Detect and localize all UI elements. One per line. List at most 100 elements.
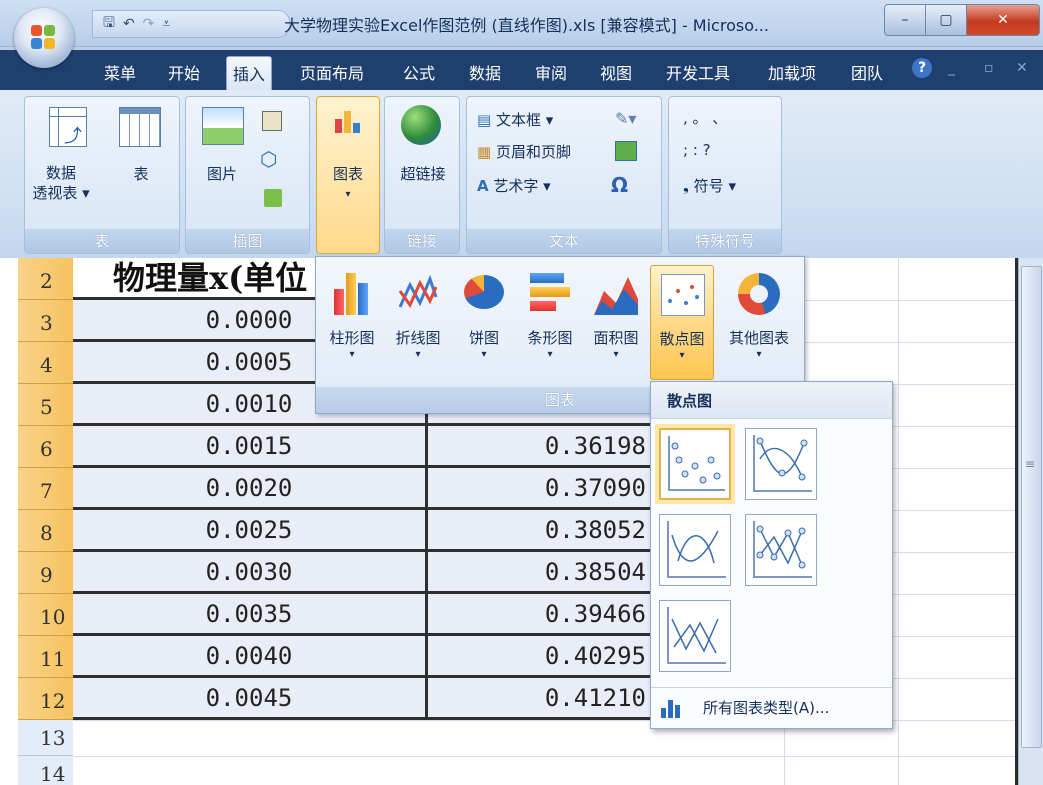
help-icon[interactable]: ?: [912, 58, 932, 78]
pivot-label-1: 数据: [45, 164, 76, 182]
wordart-label: 艺术字 ▾: [493, 177, 551, 195]
other-charts-button[interactable]: 其他图表 ▾: [720, 265, 798, 380]
scatter-straight-markers-option[interactable]: [745, 514, 817, 586]
redo-icon[interactable]: ↷: [143, 16, 155, 32]
chevron-down-icon: ▾: [481, 349, 487, 360]
cell-y[interactable]: 0.38052: [425, 510, 650, 552]
tab-home[interactable]: 开始: [168, 60, 200, 84]
close-button[interactable]: ✕: [966, 4, 1040, 36]
minimize-button[interactable]: –: [884, 4, 926, 36]
wordart-button[interactable]: A 艺术字 ▾: [477, 175, 551, 196]
chart-button[interactable]: 图表: [317, 163, 379, 184]
scatter-smooth-markers-option[interactable]: [745, 428, 817, 500]
row-header[interactable]: 4: [18, 342, 73, 384]
office-button[interactable]: [14, 8, 74, 68]
save-icon[interactable]: 🖫: [103, 12, 115, 36]
tab-review[interactable]: 审阅: [535, 60, 567, 84]
line-chart-button[interactable]: 折线图 ▾: [386, 265, 450, 380]
table-button[interactable]: 表: [121, 163, 161, 184]
cell-x[interactable]: 0.0020: [73, 468, 425, 510]
row-header[interactable]: 14: [18, 756, 73, 785]
tab-addins[interactable]: 加载项: [768, 60, 816, 84]
cell-x[interactable]: 0.0040: [73, 636, 425, 678]
column-chart-icon: [334, 271, 370, 315]
punctuation-row-1[interactable]: , 。 、: [683, 107, 727, 128]
cell-y[interactable]: 0.36198: [425, 426, 650, 468]
wordart-icon: A: [477, 177, 489, 195]
chevron-down-icon: ▾: [679, 350, 685, 361]
row-header[interactable]: 13: [18, 720, 73, 756]
ribbon-restore-icon[interactable]: ▫: [984, 60, 994, 76]
header-footer-label: 页眉和页脚: [495, 143, 571, 161]
tab-data[interactable]: 数据: [469, 60, 501, 84]
punctuation-row-2[interactable]: ; : ?: [683, 141, 711, 159]
textbox-button[interactable]: ▤ 文本框 ▾: [477, 109, 553, 130]
excel-window: 🖫 ↶ ↷ ⩡ 大学物理实验Excel作图范例 (直线作图).xls [兼容模式…: [0, 0, 1043, 785]
group-label-links: 链接: [385, 229, 459, 253]
smartart-icon[interactable]: [264, 189, 282, 207]
cell-y[interactable]: 0.40295: [425, 636, 650, 678]
picture-button[interactable]: 图片: [200, 163, 244, 184]
cell-y[interactable]: 0.39466: [425, 594, 650, 636]
textbox-label: 文本框 ▾: [495, 111, 554, 129]
pie-chart-button[interactable]: 饼图 ▾: [452, 265, 516, 380]
tab-insert[interactable]: 插入: [226, 56, 273, 90]
row-header[interactable]: 6: [18, 426, 73, 468]
vertical-scrollbar[interactable]: ≡: [1018, 258, 1043, 785]
row-header[interactable]: 3: [18, 300, 73, 342]
cell-x[interactable]: 0.0035: [73, 594, 425, 636]
ribbon-close-icon[interactable]: ✕: [1016, 60, 1028, 76]
chevron-down-icon: ▾: [613, 349, 619, 360]
column-chart-button[interactable]: 柱形图 ▾: [320, 265, 384, 380]
pivot-table-button[interactable]: 数据 透视表 ▾: [29, 163, 93, 203]
row-header[interactable]: 11: [18, 636, 73, 678]
chart-dropdown-icon[interactable]: ▾: [317, 189, 379, 200]
tab-team[interactable]: 团队: [851, 60, 883, 84]
row-header[interactable]: 12: [18, 678, 73, 720]
shapes-icon[interactable]: ⬡: [260, 147, 284, 171]
row-header[interactable]: 10: [18, 594, 73, 636]
row-header[interactable]: 7: [18, 468, 73, 510]
customize-qat-icon[interactable]: ⩡: [162, 16, 170, 32]
symbol-button[interactable]: ❟ 符号 ▾: [683, 175, 736, 196]
scatter-submenu-title: 散点图: [651, 382, 892, 419]
tab-developer[interactable]: 开发工具: [666, 60, 730, 84]
tab-view[interactable]: 视图: [600, 60, 632, 84]
clipart-icon[interactable]: [262, 111, 282, 131]
signature-icon[interactable]: ✎▾: [615, 109, 636, 128]
ribbon-minimize-icon[interactable]: _: [948, 60, 955, 76]
title-bar: 🖫 ↶ ↷ ⩡ 大学物理实验Excel作图范例 (直线作图).xls [兼容模式…: [0, 0, 1043, 47]
group-text: ▤ 文本框 ▾ ▦ 页眉和页脚 A 艺术字 ▾ ✎▾ Ω 文本: [466, 96, 662, 254]
scatter-markers-only-option[interactable]: [659, 428, 731, 500]
row-header[interactable]: 9: [18, 552, 73, 594]
all-chart-types-label: 所有图表类型(A)...: [703, 699, 830, 717]
cell-y[interactable]: 0.41210: [425, 678, 650, 720]
symbol-omega-button[interactable]: Ω: [611, 173, 628, 197]
scatter-straight-lines-option[interactable]: [659, 600, 731, 672]
other-charts-label: 其他图表: [728, 329, 789, 347]
cell-y[interactable]: 0.37090: [425, 468, 650, 510]
row-header[interactable]: 8: [18, 510, 73, 552]
chart-icon: [335, 109, 361, 133]
area-chart-button[interactable]: 面积图 ▾: [584, 265, 648, 380]
row-header[interactable]: 2: [18, 258, 73, 300]
maximize-button[interactable]: ▢: [925, 4, 967, 36]
cell-y[interactable]: 0.38504: [425, 552, 650, 594]
tab-menu[interactable]: 菜单: [104, 60, 136, 84]
object-icon[interactable]: [615, 141, 637, 161]
cell-x[interactable]: 0.0025: [73, 510, 425, 552]
cell-x[interactable]: 0.0015: [73, 426, 425, 468]
tab-page-layout[interactable]: 页面布局: [300, 60, 364, 84]
tab-formulas[interactable]: 公式: [403, 60, 435, 84]
hyperlink-button[interactable]: 超链接: [387, 163, 459, 184]
undo-icon[interactable]: ↶: [123, 16, 135, 32]
scatter-chart-button[interactable]: 散点图 ▾: [650, 265, 714, 380]
scrollbar-thumb[interactable]: ≡: [1021, 266, 1042, 748]
all-chart-types-button[interactable]: 所有图表类型(A)...: [651, 687, 892, 728]
row-header[interactable]: 5: [18, 384, 73, 426]
bar-chart-button[interactable]: 条形图 ▾: [518, 265, 582, 380]
cell-x[interactable]: 0.0045: [73, 678, 425, 720]
header-footer-button[interactable]: ▦ 页眉和页脚: [477, 141, 571, 162]
cell-x[interactable]: 0.0030: [73, 552, 425, 594]
scatter-smooth-lines-option[interactable]: [659, 514, 731, 586]
